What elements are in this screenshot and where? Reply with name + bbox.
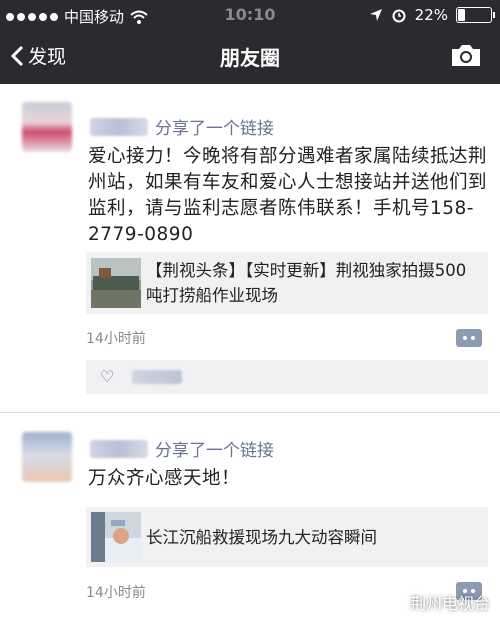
location-arrow-icon [369, 9, 382, 21]
link-thumbnail [91, 512, 141, 562]
battery-icon [456, 7, 495, 23]
post-time: 14小时前 [86, 585, 146, 601]
camera-icon [452, 45, 480, 66]
header: 中国移动 10:10 22% 发现 朋友圈 [0, 0, 500, 84]
post-text: 万众齐心感天地！ [88, 468, 241, 489]
shared-link[interactable]: 长江沉船救援现场九大动容瞬间 [86, 507, 488, 567]
status-right: 22% [369, 6, 495, 24]
alarm-icon [392, 9, 406, 23]
action-text: 分享了一个链接 [155, 119, 274, 139]
link-title: 长江沉船救援现场九大动容瞬间 [146, 527, 377, 547]
watermark: 荆州电视台 [381, 590, 490, 614]
comment-menu-button[interactable] [456, 329, 482, 347]
post-text: 爱心接力！今晚将有部分遇难者家属陆续抵达荆州站，如果有车友和爱心人士想接站并送他… [88, 146, 488, 245]
likes-bar: ♡ [86, 360, 488, 394]
nav-bar: 发现 朋友圈 [0, 32, 500, 84]
watermark-text: 荆州电视台 [409, 594, 490, 613]
author-name[interactable] [90, 440, 148, 458]
heart-icon: ♡ [100, 367, 115, 386]
avatar[interactable] [22, 102, 72, 152]
page-title: 朋友圈 [220, 46, 280, 70]
wechat-logo-icon [381, 591, 404, 613]
feed-post: 分享了一个链接 爱心接力！今晚将有部分遇难者家属陆续抵达荆州站，如果有车友和爱心… [0, 84, 500, 414]
post-time: 14小时前 [86, 331, 146, 347]
battery-percent: 22% [414, 6, 448, 24]
liker-name[interactable] [132, 370, 182, 384]
author-name[interactable] [90, 118, 148, 136]
avatar[interactable] [22, 432, 72, 482]
camera-button[interactable] [450, 42, 482, 72]
shared-link[interactable]: 【荆视头条】【实时更新】荆视独家拍摄500吨打捞船作业现场 [86, 252, 488, 314]
status-bar: 中国移动 10:10 22% [0, 0, 500, 30]
link-thumbnail [91, 258, 141, 308]
link-title: 【荆视头条】【实时更新】荆视独家拍摄500吨打捞船作业现场 [146, 261, 467, 305]
action-text: 分享了一个链接 [155, 441, 274, 461]
divider [0, 412, 500, 413]
